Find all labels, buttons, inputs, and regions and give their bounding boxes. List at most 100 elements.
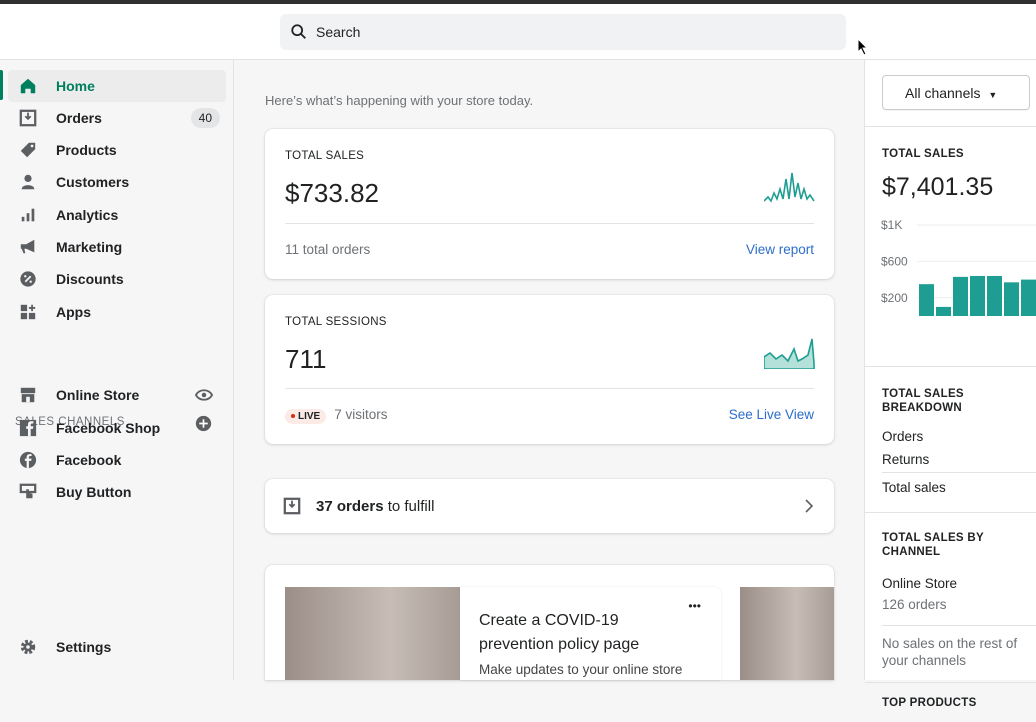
- tag-icon: [18, 140, 38, 160]
- nav-label: Facebook Shop: [56, 420, 161, 436]
- by-channel-label: TOTAL SALES BY CHANNEL: [882, 532, 984, 558]
- nav-label: Marketing: [56, 239, 123, 255]
- bar: [936, 306, 951, 316]
- sidebar: Home Orders 40 Products Customers Analyti…: [0, 60, 234, 680]
- sidebar-item-orders[interactable]: Orders 40: [8, 102, 226, 134]
- sidebar-item-facebook-shop[interactable]: Facebook Shop: [8, 412, 226, 444]
- intro-text: Here’s what’s happening with your store …: [265, 93, 534, 108]
- fulfill-count: 37 orders: [316, 498, 384, 515]
- bar: [1004, 282, 1019, 316]
- sidebar-item-analytics[interactable]: Analytics: [8, 199, 226, 231]
- channels-select-value: All channels: [905, 85, 981, 101]
- promo-title: Create a COVID-19 prevention policy page: [479, 612, 640, 653]
- fulfill-text: to fulfill: [383, 498, 435, 515]
- nav-label: Analytics: [56, 207, 119, 223]
- nav-label: Products: [56, 142, 117, 158]
- see-live-view-link[interactable]: See Live View: [729, 407, 814, 422]
- apps-icon: [18, 302, 38, 322]
- sidebar-item-apps[interactable]: Apps: [8, 296, 226, 328]
- sidebar-item-customers[interactable]: Customers: [8, 166, 226, 198]
- bar-chart-icon: [18, 205, 38, 225]
- orders-badge: 40: [190, 108, 220, 128]
- breakdown-returns: Returns: [882, 452, 930, 467]
- sidebar-item-home[interactable]: Home: [8, 70, 226, 102]
- bar: [1021, 279, 1036, 316]
- sidebar-item-settings[interactable]: Settings: [8, 631, 226, 663]
- main-content: Here’s what’s happening with your store …: [234, 60, 864, 680]
- discount-icon: [18, 269, 38, 289]
- y-tick-label: $200: [881, 291, 908, 305]
- caret-down-icon: ▼: [988, 90, 998, 100]
- gear-icon: [18, 637, 38, 657]
- facebook-square-icon: [18, 418, 38, 438]
- chevron-right-icon: [805, 499, 814, 513]
- nav-label: Home: [56, 78, 95, 94]
- search-input[interactable]: Search: [280, 14, 846, 50]
- home-icon: [18, 76, 38, 96]
- nav-label: Discounts: [56, 271, 124, 287]
- breakdown-section: TOTAL SALES BREAKDOWN Orders Returns Tot…: [865, 366, 1036, 512]
- by-channel-section: TOTAL SALES BY CHANNEL Online Store 126 …: [865, 512, 1036, 682]
- channel-orders: 126 orders: [882, 597, 947, 612]
- nav-label: Customers: [56, 174, 130, 190]
- total-sessions-card: TOTAL SESSIONS 711 LIVE 7 visitors See Li…: [265, 295, 834, 444]
- orders-icon: [18, 108, 38, 128]
- sales-bar-chart: $1K$600$200Nov 1Nov: [881, 218, 1036, 316]
- total-sales-label: TOTAL SALES: [285, 150, 365, 162]
- total-orders-text: 11 total orders: [285, 242, 371, 257]
- nav-label: Buy Button: [56, 484, 132, 500]
- view-report-link[interactable]: View report: [746, 242, 814, 257]
- total-sales-card: TOTAL SALES $733.82 11 total orders View…: [265, 129, 834, 279]
- search-placeholder: Search: [316, 24, 361, 40]
- breakdown-orders: Orders: [882, 429, 924, 444]
- facebook-icon: [18, 450, 38, 470]
- bar: [919, 284, 934, 316]
- divider: [285, 388, 814, 389]
- right-panel: All channels ▼ TOTAL SALES $7,401.35 $1K…: [864, 60, 1036, 709]
- active-indicator: [0, 70, 3, 100]
- nav-label: Settings: [56, 639, 112, 655]
- channels-select[interactable]: All channels ▼: [882, 75, 1030, 110]
- nav-label: Orders: [56, 110, 102, 126]
- y-tick-label: $600: [881, 254, 908, 268]
- promo-image: [285, 587, 460, 680]
- megaphone-icon: [18, 237, 38, 257]
- total-sessions-value: 711: [285, 344, 327, 374]
- buy-button-icon: [18, 482, 38, 502]
- sidebar-item-facebook[interactable]: Facebook: [8, 444, 226, 476]
- divider: [285, 223, 814, 224]
- top-bar: Search: [0, 0, 1036, 60]
- bar: [987, 275, 1002, 316]
- total-sales-value: $733.82: [285, 178, 379, 208]
- sales-sparkline: [764, 172, 815, 203]
- breakdown-label: TOTAL SALES BREAKDOWN: [882, 388, 964, 414]
- sidebar-item-discounts[interactable]: Discounts: [8, 263, 226, 295]
- sidebar-item-buy-button[interactable]: Buy Button: [8, 476, 226, 508]
- eye-icon[interactable]: [195, 388, 213, 402]
- visitors-text: 7 visitors: [334, 407, 388, 422]
- nav-label: Apps: [56, 304, 91, 320]
- total-sessions-label: TOTAL SESSIONS: [285, 316, 387, 328]
- sessions-sparkline: [764, 338, 815, 369]
- person-icon: [18, 172, 38, 192]
- sidebar-item-online-store[interactable]: Online Store: [8, 379, 226, 411]
- y-tick-label: $1K: [881, 218, 902, 232]
- no-sales-text: No sales on the rest of your channels: [882, 636, 1018, 668]
- total-sales-value: $7,401.35: [882, 173, 994, 201]
- orders-to-fulfill-card[interactable]: 37 orders to fulfill: [265, 479, 834, 533]
- promo-description: Make updates to your online store: [479, 662, 683, 677]
- channel-name: Online Store: [882, 576, 958, 591]
- live-badge: LIVE: [285, 409, 327, 424]
- top-products-label: TOP PRODUCTS: [882, 697, 977, 709]
- promo-card: Create a COVID-19 prevention policy page…: [265, 565, 834, 680]
- promo-image-next: [740, 587, 834, 680]
- total-sales-section: TOTAL SALES $7,401.35 $1K$600$200Nov 1No…: [865, 126, 1036, 366]
- sidebar-item-marketing[interactable]: Marketing: [8, 231, 226, 263]
- sidebar-item-products[interactable]: Products: [8, 134, 226, 166]
- orders-icon: [283, 497, 301, 515]
- more-options-button[interactable]: •••: [688, 599, 701, 613]
- mouse-cursor-icon: [857, 38, 869, 56]
- top-products-section: TOP PRODUCTS: [865, 682, 1036, 722]
- total-sales-label: TOTAL SALES: [882, 148, 964, 160]
- nav-label: Online Store: [56, 387, 140, 403]
